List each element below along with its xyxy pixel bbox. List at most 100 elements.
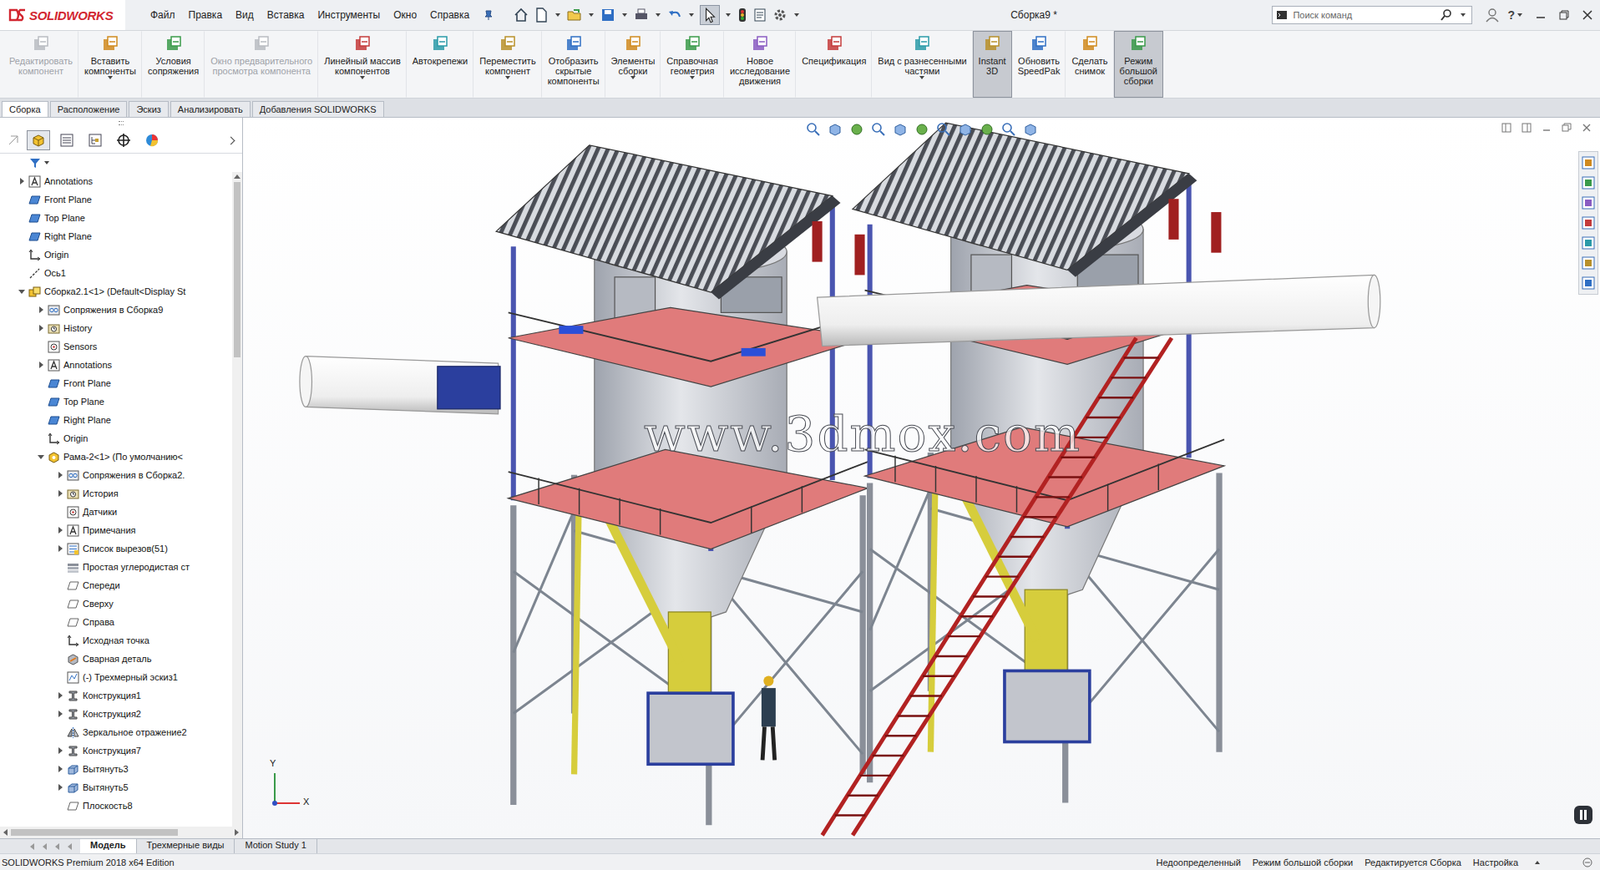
panel-handle[interactable]: [0, 117, 243, 128]
tree-item[interactable]: History: [0, 318, 233, 338]
tree-item[interactable]: Сопряжения в Сборка2.: [0, 465, 233, 485]
expanded-arrow-icon[interactable]: [18, 289, 26, 294]
expander[interactable]: [55, 470, 66, 481]
dropdown-arrow-icon[interactable]: [655, 13, 661, 17]
status-item[interactable]: Режим большой сборки: [1250, 857, 1355, 868]
dropdown-arrow-icon[interactable]: [622, 13, 628, 17]
tree-item[interactable]: Список вырезов(51): [0, 539, 233, 558]
menu-item[interactable]: Вставка: [267, 7, 305, 23]
scroll-right-arrow-icon[interactable]: [234, 829, 239, 836]
open-folder-icon[interactable]: [566, 6, 583, 24]
dropdown-arrow-icon[interactable]: [794, 13, 800, 17]
expander[interactable]: [16, 176, 27, 187]
tree-item[interactable]: История: [0, 484, 233, 503]
command-tab[interactable]: Расположение: [50, 101, 128, 117]
view-tool-icon[interactable]: [870, 121, 887, 138]
ribbon-button[interactable]: Instant3D: [972, 30, 1013, 98]
tree-item[interactable]: Front Plane: [0, 190, 233, 209]
tree-item[interactable]: Front Plane: [0, 374, 233, 393]
ribbon-button[interactable]: Справочнаягеометрия: [660, 30, 725, 98]
view-tool-icon[interactable]: [913, 121, 931, 138]
task-pane-icon[interactable]: [1580, 175, 1596, 191]
view-tool-icon[interactable]: [956, 121, 974, 138]
scroll-up-arrow-icon[interactable]: [233, 174, 241, 179]
expander[interactable]: [55, 764, 66, 775]
tree-item[interactable]: Annotations: [0, 355, 233, 375]
view-tool-icon[interactable]: [805, 121, 822, 138]
status-menu-arrow-icon[interactable]: [1534, 860, 1540, 865]
expander[interactable]: [35, 451, 46, 462]
tree-item[interactable]: Конструкция7: [0, 741, 233, 760]
dropdown-arrow-icon[interactable]: [588, 13, 594, 17]
dropdown-arrow-icon[interactable]: [44, 161, 50, 165]
logo[interactable]: SOLIDWORKS: [0, 0, 126, 31]
close-icon[interactable]: [1581, 122, 1592, 133]
configuration-manager-tab[interactable]: [83, 130, 107, 151]
expander[interactable]: [16, 286, 27, 297]
expander[interactable]: [55, 690, 66, 701]
view-tool-icon[interactable]: [826, 121, 844, 138]
dropdown-arrow-icon[interactable]: [359, 75, 365, 80]
tree-item[interactable]: Конструкция2: [0, 704, 233, 724]
collapsed-arrow-icon[interactable]: [58, 710, 63, 718]
save-icon[interactable]: [599, 6, 617, 24]
next-tab-arrow-icon[interactable]: [55, 843, 60, 851]
collapsed-arrow-icon[interactable]: [39, 306, 44, 314]
collapsed-arrow-icon[interactable]: [58, 765, 63, 773]
tree-item[interactable]: Sensors: [0, 337, 233, 356]
menu-item[interactable]: Вид: [235, 7, 254, 23]
command-tab[interactable]: Добавления SOLIDWORKS: [252, 101, 385, 117]
model-tab[interactable]: Модель: [80, 839, 137, 854]
tree-item[interactable]: Спереди: [0, 576, 233, 595]
tree-item[interactable]: Top Plane: [0, 392, 233, 411]
status-item[interactable]: Настройка: [1471, 857, 1520, 868]
expander[interactable]: [55, 488, 66, 499]
task-pane-icon[interactable]: [1580, 215, 1596, 231]
collapsed-arrow-icon[interactable]: [39, 324, 44, 332]
tree-item[interactable]: Рама-2<1> (По умолчанию<: [0, 447, 233, 466]
tree-item[interactable]: Top Plane: [0, 208, 233, 228]
tree-item[interactable]: Right Plane: [0, 227, 233, 246]
menu-item[interactable]: Инструменты: [317, 7, 380, 23]
tree-item[interactable]: Примечания: [0, 521, 233, 540]
menu-item[interactable]: Окно: [393, 7, 417, 23]
tree-item[interactable]: Origin: [0, 429, 233, 448]
expander[interactable]: [55, 745, 66, 756]
view-tool-icon[interactable]: [891, 121, 909, 138]
tree-item[interactable]: Справа: [0, 612, 233, 632]
view-tool-icon[interactable]: [1000, 121, 1018, 138]
view-tool-icon[interactable]: [1022, 121, 1039, 138]
pause-button[interactable]: [1573, 805, 1594, 827]
ribbon-button[interactable]: Отобразитьскрытыекомпоненты: [541, 30, 606, 98]
ribbon-button[interactable]: Условиясопряжения: [141, 30, 205, 98]
expander[interactable]: [55, 782, 66, 793]
dimxpert-manager-tab[interactable]: [111, 130, 136, 151]
options-gear-icon[interactable]: [771, 6, 789, 24]
dropdown-arrow-icon[interactable]: [688, 13, 694, 17]
dropdown-arrow-icon[interactable]: [1517, 13, 1523, 17]
search-commands-field[interactable]: Поиск команд: [1271, 5, 1473, 25]
dropdown-arrow-icon[interactable]: [505, 75, 511, 80]
tree-item[interactable]: Вытянуть3: [0, 759, 233, 779]
help-button[interactable]: ?: [1507, 8, 1515, 22]
collapsed-arrow-icon[interactable]: [58, 526, 63, 534]
user-icon[interactable]: [1485, 7, 1499, 23]
tile-left-icon[interactable]: [1501, 122, 1512, 133]
tree-item[interactable]: Вытянуть5: [0, 778, 233, 797]
feature-manager-tab[interactable]: [26, 130, 51, 151]
graphics-area[interactable]: www.3dmox.comYX: [243, 117, 1600, 839]
collapsed-arrow-icon[interactable]: [58, 784, 63, 791]
property-manager-tab[interactable]: [55, 130, 79, 151]
expander[interactable]: [35, 323, 46, 334]
collapsed-arrow-icon[interactable]: [58, 747, 63, 755]
ribbon-button[interactable]: Элементысборки: [605, 30, 662, 98]
menu-item[interactable]: Справка: [430, 7, 470, 23]
scroll-thumb[interactable]: [233, 182, 241, 358]
task-pane-icon[interactable]: [1580, 275, 1596, 291]
ribbon-button[interactable]: Сделатьснимок: [1065, 30, 1114, 98]
scroll-left-arrow-icon[interactable]: [3, 829, 8, 836]
status-item[interactable]: Редактируется Сборка: [1362, 857, 1464, 868]
assembly-model[interactable]: [243, 117, 1600, 839]
command-tab[interactable]: Анализировать: [170, 101, 251, 117]
dust-collector-unit[interactable]: [496, 145, 868, 826]
